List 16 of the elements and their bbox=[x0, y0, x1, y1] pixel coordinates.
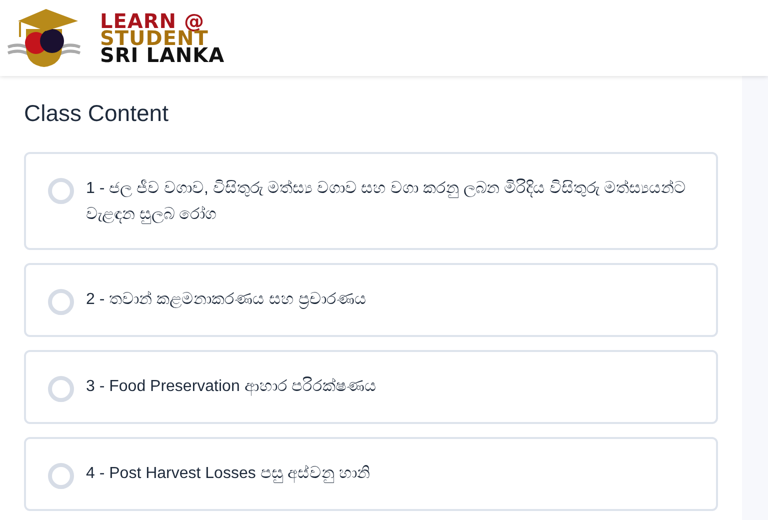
radio-button[interactable] bbox=[48, 462, 74, 489]
lesson-title: 2 - තවාන් කළමනාකරණය සහ ප්‍රචාරණය bbox=[86, 290, 366, 311]
lesson-card[interactable]: 1 - ජල ජීව වගාව, විසිතුරු මත්ස්‍ය වගාව සහ වගා කරනු ලබන මිරිදිය විසිතුරු මත්ස්‍යයන්ට වැළඳන සුලබ රෝග bbox=[24, 152, 718, 250]
logo-text: LEARN @ bbox=[100, 12, 204, 30]
lesson-title: 3 - Food Preservation ආහාර පරිරක්ෂණය bbox=[86, 376, 377, 398]
logo-text: STUDENT bbox=[100, 30, 208, 46]
lesson-title: 4 - Post Harvest Losses පසු අස්වනු හානි bbox=[86, 464, 370, 485]
lesson-card[interactable]: 4 - Post Harvest Losses පසු අස්වනු හානි bbox=[24, 436, 718, 511]
lesson-card[interactable]: 3 - Food Preservation ආහාර පරිරක්ෂණය bbox=[24, 350, 718, 424]
lesson-card[interactable]: 2 - තවාන් කළමනාකරණය සහ ප්‍රචාරණය bbox=[24, 262, 718, 337]
radio-button[interactable] bbox=[48, 178, 74, 204]
lesson-title: 1 - ජල ජීව වගාව, විසිතුරු මත්ස්‍ය වගාව සහ වගා කරනු ලබන මිරිදිය විසිතුරු මත්ස්‍යයන්ට වැළඳන සුලබ රෝග bbox=[86, 178, 686, 226]
page-title: Class Content bbox=[24, 100, 170, 128]
radio-button[interactable] bbox=[48, 288, 74, 315]
radio-button[interactable] bbox=[48, 376, 74, 402]
logo-text: SRI LANKA bbox=[100, 46, 225, 64]
